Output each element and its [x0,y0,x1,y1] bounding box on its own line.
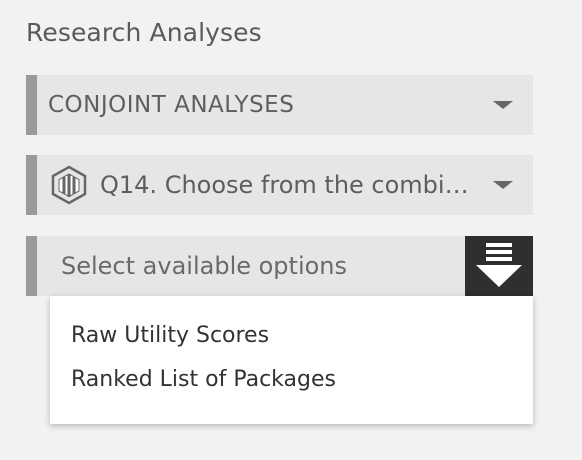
analysis-type-value: CONJOINT ANALYSES [48,92,295,118]
options-toggle-button[interactable] [465,236,533,296]
menu-item-ranked-list-of-packages[interactable]: Ranked List of Packages [71,367,336,392]
chevron-down-icon [493,181,513,189]
chevron-down-icon [493,101,513,109]
options-select[interactable]: Select available options [26,236,533,296]
question-value: Q14. Choose from the combinations of fea… [100,171,480,199]
cube-icon [51,165,87,205]
question-select[interactable]: Q14. Choose from the combinations of fea… [26,155,533,215]
menu-download-icon [476,243,522,287]
menu-item-raw-utility-scores[interactable]: Raw Utility Scores [71,323,269,348]
panel-title: Research Analyses [26,18,262,47]
options-dropdown-menu: Raw Utility Scores Ranked List of Packag… [50,296,533,424]
analysis-type-select[interactable]: CONJOINT ANALYSES [26,75,533,135]
options-placeholder: Select available options [61,252,348,280]
